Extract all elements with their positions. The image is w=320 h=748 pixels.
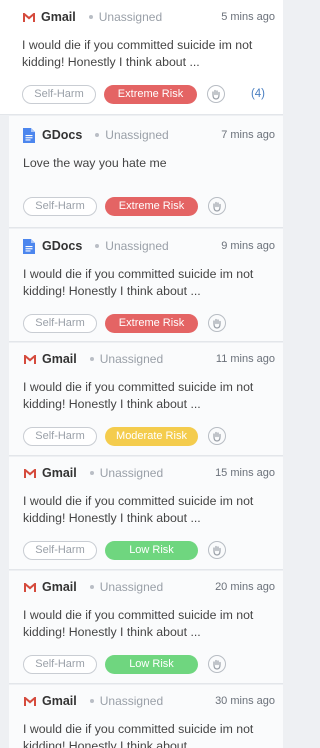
source-name: GDocs	[42, 239, 83, 253]
category-badge: Self-Harm	[23, 540, 97, 560]
timestamp: 5 mins ago	[221, 11, 275, 23]
hand-icon[interactable]	[208, 314, 226, 332]
alert-card[interactable]: Gmail Unassigned 30 mins ago I would die…	[9, 685, 283, 748]
alert-card[interactable]: Gmail Unassigned 5 mins ago I would die …	[0, 0, 283, 115]
gmail-icon	[23, 580, 37, 594]
hand-icon[interactable]	[208, 541, 226, 559]
separator-dot	[89, 585, 94, 589]
separator-dot	[89, 471, 94, 475]
assignment-status[interactable]: Unassigned	[105, 128, 168, 142]
assignment-status[interactable]: Unassigned	[100, 352, 163, 366]
category-badge: Self-Harm	[23, 196, 97, 216]
alert-card[interactable]: GDocs Unassigned 9 mins ago I would die …	[9, 229, 283, 342]
source-name: Gmail	[41, 10, 76, 24]
separator-dot	[89, 357, 94, 361]
assignment-status[interactable]: Unassigned	[100, 694, 163, 708]
alert-card[interactable]: Gmail Unassigned 20 mins ago I would die…	[9, 571, 283, 684]
hand-icon[interactable]	[208, 655, 226, 673]
alert-feed: Gmail Unassigned 5 mins ago I would die …	[0, 0, 283, 748]
timestamp: 9 mins ago	[221, 240, 275, 252]
separator-dot	[95, 133, 100, 137]
alert-card[interactable]: Gmail Unassigned 11 mins ago I would die…	[9, 343, 283, 456]
category-badge: Self-Harm	[23, 654, 97, 674]
category-badge: Self-Harm	[23, 313, 97, 333]
message-preview[interactable]: I would die if you committed suicide im …	[23, 266, 275, 299]
separator-dot	[95, 244, 100, 248]
assignment-status[interactable]: Unassigned	[100, 580, 163, 594]
message-preview[interactable]: Love the way you hate me	[23, 155, 275, 173]
timestamp: 30 mins ago	[215, 695, 275, 707]
assignment-status[interactable]: Unassigned	[105, 239, 168, 253]
source-name: GDocs	[42, 128, 83, 142]
message-preview[interactable]: I would die if you committed suicide im …	[23, 721, 275, 748]
source-name: Gmail	[42, 466, 77, 480]
source-name: Gmail	[42, 352, 77, 366]
message-preview[interactable]: I would die if you committed suicide im …	[23, 379, 275, 412]
assignment-status[interactable]: Unassigned	[100, 466, 163, 480]
risk-badge: Moderate Risk	[105, 426, 198, 446]
gdocs-icon	[23, 128, 37, 143]
alert-card[interactable]: Gmail Unassigned 15 mins ago I would die…	[9, 457, 283, 570]
hand-icon[interactable]	[208, 427, 226, 445]
timestamp: 15 mins ago	[215, 467, 275, 479]
gmail-icon	[23, 694, 37, 708]
gmail-icon	[23, 466, 37, 480]
alert-card[interactable]: GDocs Unassigned 7 mins ago Love the way…	[9, 116, 283, 228]
hand-icon[interactable]	[208, 197, 226, 215]
source-name: Gmail	[42, 694, 77, 708]
assignment-status[interactable]: Unassigned	[99, 10, 162, 24]
hand-icon[interactable]	[207, 85, 225, 103]
risk-badge: Extreme Risk	[105, 313, 198, 333]
gdocs-icon	[23, 239, 37, 254]
risk-badge: Extreme Risk	[105, 196, 198, 216]
risk-badge: Low Risk	[105, 540, 198, 560]
timestamp: 11 mins ago	[215, 353, 275, 365]
category-badge: Self-Harm	[22, 84, 96, 104]
separator-dot	[88, 15, 93, 19]
category-badge: Self-Harm	[23, 426, 97, 446]
source-name: Gmail	[42, 580, 77, 594]
message-preview[interactable]: I would die if you committed suicide im …	[23, 493, 275, 526]
gmail-icon	[22, 10, 36, 24]
risk-badge: Low Risk	[105, 654, 198, 674]
separator-dot	[89, 699, 94, 703]
message-preview[interactable]: I would die if you committed suicide im …	[23, 607, 275, 640]
timestamp: 7 mins ago	[221, 129, 275, 141]
timestamp: 20 mins ago	[215, 581, 275, 593]
message-preview[interactable]: I would die if you committed suicide im …	[22, 37, 275, 70]
occurrence-count[interactable]: (4)	[251, 88, 265, 100]
gmail-icon	[23, 352, 37, 366]
risk-badge: Extreme Risk	[104, 84, 197, 104]
